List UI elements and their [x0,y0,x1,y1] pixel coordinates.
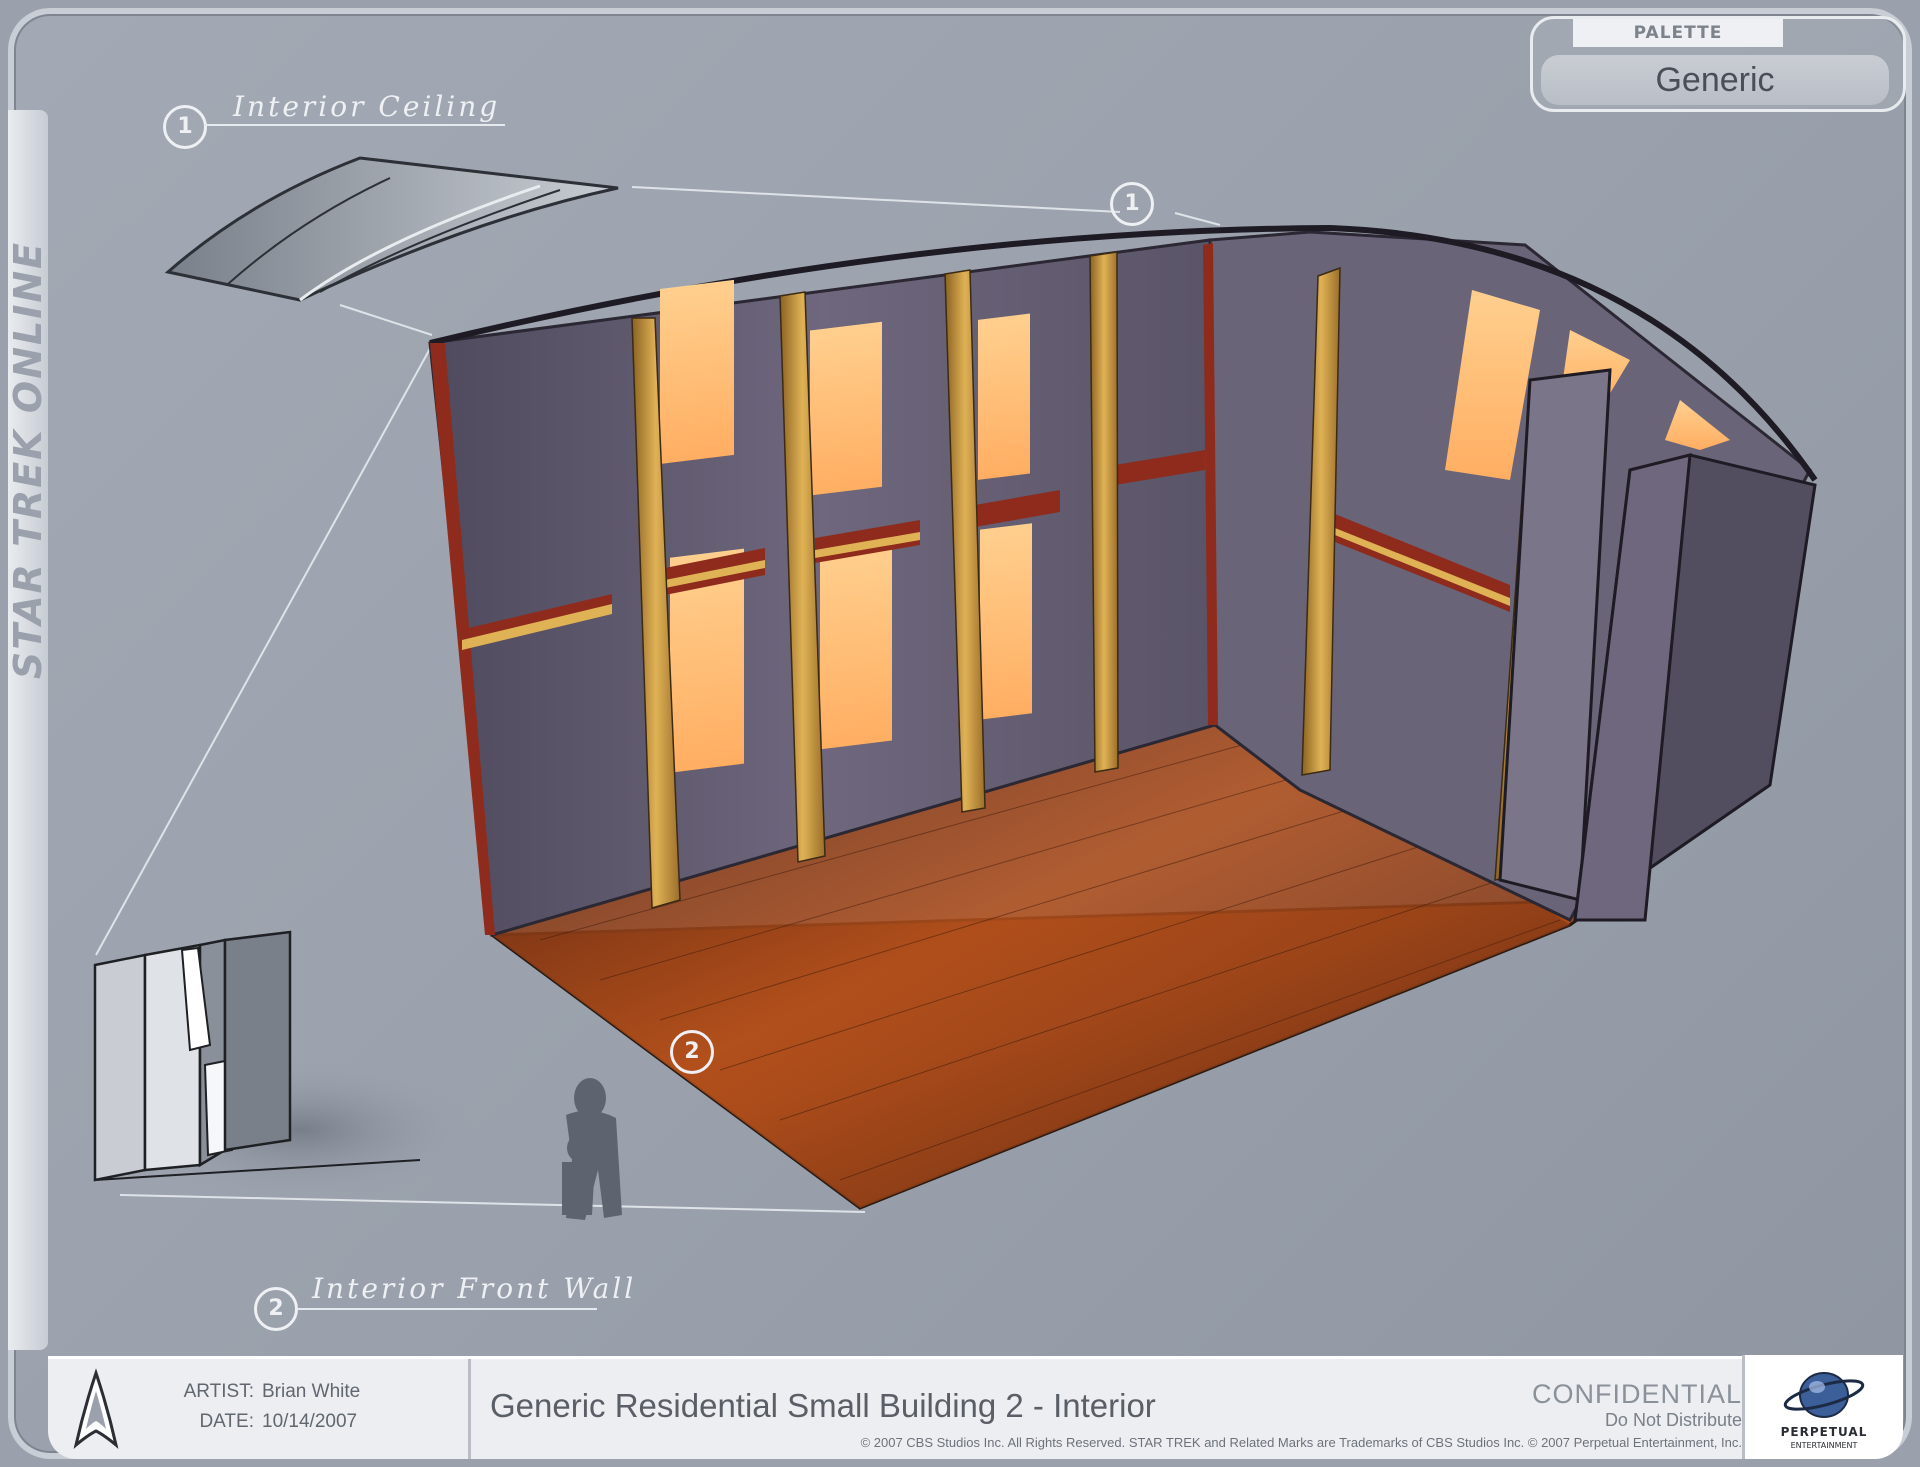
title-block: ARTIST: Brian White DATE: 10/14/2007 Gener… [48,1355,1903,1459]
ceiling-sketch [164,156,619,302]
callout-underline-front-wall [297,1308,597,1310]
callout-number-1: 1 [163,105,207,149]
artist-key: ARTIST: [183,1381,254,1402]
sheet-title-cell: Generic Residential Small Building 2 - I… [472,1359,1772,1459]
starfleet-delta-icon [73,1368,119,1449]
callout-number-2: 2 [254,1287,298,1331]
do-not-distribute-label: Do Not Distribute [1604,1410,1742,1430]
front-wall-sketch [93,930,480,1200]
artist-row: ARTIST: Brian White [158,1381,361,1403]
callout-label-front-wall: Interior Front Wall [312,1272,637,1305]
perpetual-globe-icon [1783,1372,1865,1418]
delta-logo [48,1359,144,1459]
date-value: 10/14/2007 [262,1411,358,1432]
copyright-notice: © 2007 CBS Studios Inc. All Rights Reser… [860,1435,1742,1450]
perpetual-name: PERPETUAL [1780,1425,1868,1439]
scale-figures [562,1078,622,1220]
artist-info: ARTIST: Brian White DATE: 10/14/2007 [144,1359,471,1459]
artist-value: Brian White [262,1381,361,1402]
callout-label-ceiling: Interior Ceiling [233,90,501,123]
marker-2: 2 [670,1030,714,1074]
callout-underline-ceiling [205,124,505,126]
concept-artwork [93,156,1818,1220]
perpetual-sub: ENTERTAINMENT [1790,1441,1858,1450]
perpetual-logo: PERPETUAL ENTERTAINMENT [1742,1355,1903,1459]
confidential-block: CONFIDENTIAL Do Not Distribute [1532,1379,1742,1431]
sheet-title: Generic Residential Small Building 2 - I… [490,1387,1156,1424]
marker-1: 1 [1110,182,1154,226]
date-key: DATE: [199,1411,254,1432]
date-row: DATE: 10/14/2007 [158,1411,357,1433]
confidential-label: CONFIDENTIAL [1531,1379,1742,1409]
